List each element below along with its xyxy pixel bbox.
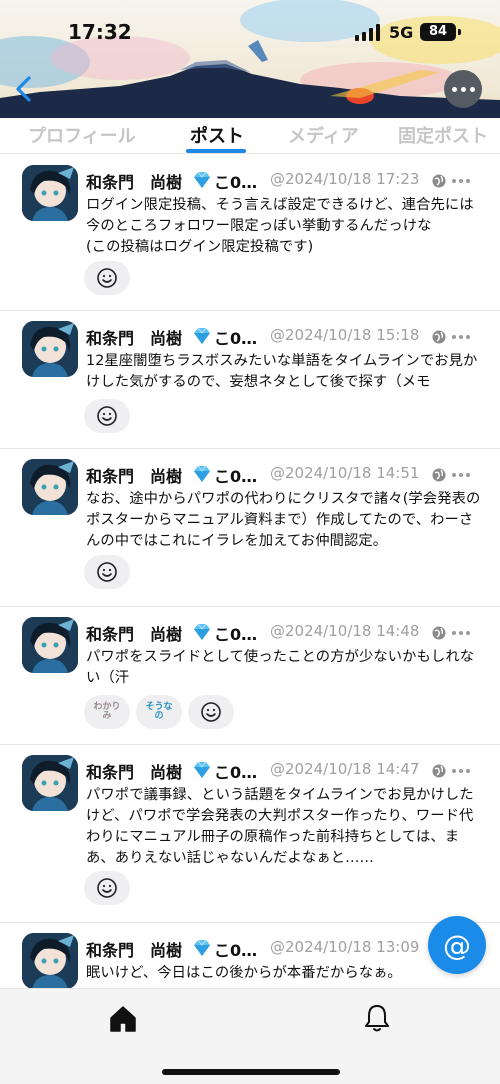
post-item[interactable]: 和条門 尚樹 こ0… @2024/10/18 17:23 ログイン限定投稿、そう… [0,155,500,311]
add-reaction-button[interactable] [84,871,130,905]
post-timestamp[interactable]: @2024/10/18 14:48 [270,622,419,640]
author-name-tail: こ0… [214,625,258,644]
smile-add-icon [97,268,117,288]
battery-icon: 84 [420,23,456,41]
signal-icon [355,24,381,41]
author-name-tail: こ0… [214,941,258,960]
bottom-nav [0,988,500,1084]
reaction-bar [84,399,130,433]
nav-home-button[interactable] [108,1005,138,1033]
reaction-bar: わかりみ そうなの [84,695,234,729]
tab-pinned[interactable]: 固定ポスト [398,122,488,148]
post-more-icon[interactable] [452,473,470,477]
avatar[interactable] [22,165,78,221]
status-bar: 17:32 5G 84 [0,0,500,64]
author-name[interactable]: 和条門 尚樹 [86,325,182,349]
post-text: 眠いけど、今日はこの後からが本番だからなぁ。 [86,965,402,981]
profile-tabs: プロフィール ポスト メディア 固定ポスト [0,118,500,154]
post-more-icon[interactable] [452,179,470,183]
profile-more-button[interactable] [444,70,482,108]
avatar[interactable] [22,933,78,989]
post-text: パワポをスライドとして使ったことの方が少ないかもしれない（汗 [86,649,475,686]
ellipsis-icon [451,86,475,92]
battery-tip [458,29,461,35]
avatar[interactable] [22,459,78,515]
smile-add-icon [97,406,117,426]
gem-icon [194,761,210,778]
author-name-tail: こ0… [214,329,258,348]
globe-icon [432,174,446,188]
author-name[interactable]: 和条門 尚樹 [86,937,182,961]
post-item[interactable]: 和条門 尚樹 こ0… @2024/10/18 14:51 なお、途中からパワポの… [0,449,500,607]
gem-icon [194,465,210,482]
author-name[interactable]: 和条門 尚樹 [86,621,182,645]
author-name-tail: こ0… [214,763,258,782]
post-item[interactable]: 和条門 尚樹 こ0… @2024/10/18 14:47 パワポで議事録、という… [0,745,500,923]
post-item[interactable]: 和条門 尚樹 こ0… @2024/10/18 14:48 パワポをスライドとして… [0,607,500,745]
gem-icon [194,327,210,344]
tab-posts[interactable]: ポスト [190,122,244,148]
author-name[interactable]: 和条門 尚樹 [86,759,182,783]
post-text: なお、途中からパワポの代わりにクリスタで諸々(学会発表のポスターからマニュアル資… [86,491,481,549]
reaction-wakarimi[interactable]: わかりみ [84,695,130,729]
author-name-tail: こ0… [214,467,258,486]
author-name[interactable]: 和条門 尚樹 [86,463,182,487]
home-icon [110,1006,136,1032]
smile-add-icon [97,562,117,582]
author-name-tail: こ0… [214,173,258,192]
home-indicator [162,1069,340,1075]
globe-icon [432,468,446,482]
add-reaction-button[interactable] [84,555,130,589]
add-reaction-button[interactable] [188,695,234,729]
author-name[interactable]: 和条門 尚樹 [86,169,182,193]
smile-add-icon [201,702,221,722]
post-timestamp[interactable]: @2024/10/18 17:23 [270,170,419,188]
compose-button[interactable]: @ [428,916,486,974]
post-more-icon[interactable] [452,335,470,339]
post-text: 12星座闇堕ちラスボスみたいな単語をタイムラインでお見かけした気がするので、妄想… [86,353,478,390]
gem-icon [194,623,210,640]
add-reaction-button[interactable] [84,399,130,433]
globe-icon [432,764,446,778]
avatar[interactable] [22,755,78,811]
reaction-sounano[interactable]: そうなの [136,695,182,729]
post-item[interactable]: 和条門 尚樹 こ0… @2024/10/18 15:18 12星座闇堕ちラスボス… [0,311,500,449]
nav-notifications-button[interactable] [364,1003,390,1033]
tab-media[interactable]: メディア [288,122,359,148]
reaction-bar [84,555,130,589]
reaction-bar [84,871,130,905]
bell-icon [365,1005,389,1032]
status-time: 17:32 [68,20,132,44]
add-reaction-button[interactable] [84,261,130,295]
smile-add-icon [97,878,117,898]
network-label: 5G [389,23,414,42]
chevron-left-icon [16,76,31,102]
globe-icon [432,330,446,344]
post-timestamp[interactable]: @2024/10/18 14:51 [270,464,419,482]
gem-icon [194,939,210,956]
post-text: パワポで議事録、という話題をタイムラインでお見かけしたけど、パワポで学会発表の大… [86,787,474,866]
back-button[interactable] [10,72,40,106]
active-tab-indicator [186,149,246,153]
globe-icon [432,626,446,640]
post-timestamp[interactable]: @2024/10/18 15:18 [270,326,419,344]
avatar[interactable] [22,321,78,377]
post-more-icon[interactable] [452,769,470,773]
post-text: ログイン限定投稿、そう言えば設定できるけど、連合先には今のところフォロワー限定っ… [86,197,474,255]
tab-profile[interactable]: プロフィール [28,122,136,148]
post-timestamp[interactable]: @2024/10/18 14:47 [270,760,419,778]
avatar[interactable] [22,617,78,673]
post-timestamp[interactable]: @2024/10/18 13:09 [270,938,419,956]
gem-icon [194,171,210,188]
post-more-icon[interactable] [452,631,470,635]
reaction-bar [84,261,130,295]
post-feed: 和条門 尚樹 こ0… @2024/10/18 17:23 ログイン限定投稿、そう… [0,155,500,1043]
